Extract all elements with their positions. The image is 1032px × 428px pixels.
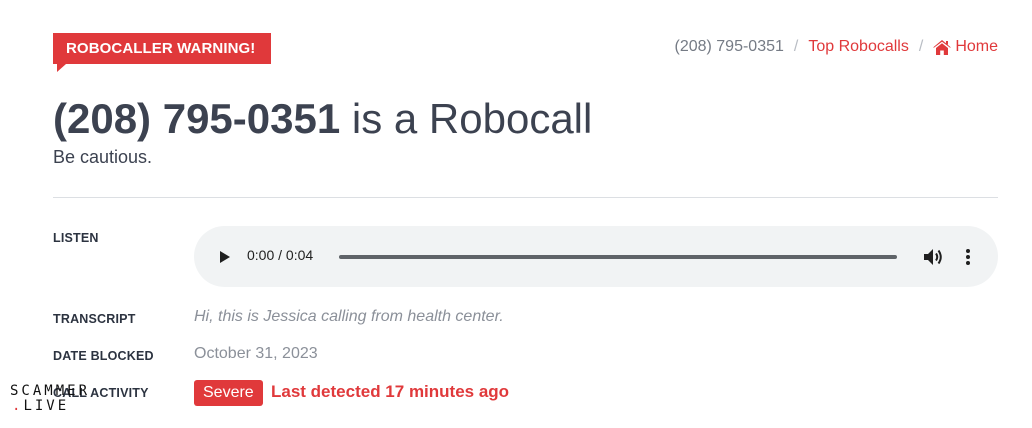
- warning-banner-label: ROBOCALLER WARNING!: [66, 40, 256, 57]
- listen-label: LISTEN: [53, 231, 99, 245]
- severity-badge: Severe: [194, 380, 263, 406]
- play-icon[interactable]: [216, 248, 232, 266]
- breadcrumb-home-label: Home: [955, 38, 998, 55]
- breadcrumb-top-robocalls-link[interactable]: Top Robocalls: [808, 38, 909, 56]
- page-subtitle: Be cautious.: [53, 147, 153, 167]
- date-blocked-label: DATE BLOCKED: [53, 349, 154, 363]
- volume-icon[interactable]: [922, 247, 944, 267]
- section-divider: [53, 197, 998, 198]
- transcript-text: Hi, this is Jessica calling from health …: [194, 308, 504, 325]
- date-blocked-value: October 31, 2023: [194, 345, 318, 362]
- watermark-logo: SCAMMER .LIVE: [10, 384, 90, 414]
- page-title: (208) 795-0351 is a Robocall: [53, 94, 592, 144]
- watermark-line1: SCAMMER: [10, 383, 91, 399]
- breadcrumb-separator: /: [918, 38, 924, 55]
- breadcrumb-home-link[interactable]: Home: [933, 38, 998, 56]
- audio-player: 0:00 / 0:04: [194, 226, 998, 287]
- transcript-label: TRANSCRIPT: [53, 312, 136, 326]
- warning-banner-tail: [57, 64, 66, 72]
- breadcrumb: (208) 795-0351 / Top Robocalls / Home: [674, 38, 998, 56]
- more-options-icon[interactable]: [965, 247, 971, 267]
- audio-time: 0:00 / 0:04: [247, 247, 314, 263]
- home-icon: [933, 39, 952, 55]
- title-suffix: is a Robocall: [340, 95, 593, 142]
- watermark-line2: .LIVE: [12, 398, 70, 414]
- audio-progress-track[interactable]: [339, 255, 897, 259]
- phone-number: (208) 795-0351: [53, 95, 341, 142]
- breadcrumb-current: (208) 795-0351: [674, 38, 784, 55]
- warning-banner: ROBOCALLER WARNING!: [53, 33, 271, 64]
- last-detected-text: Last detected 17 minutes ago: [271, 382, 510, 401]
- breadcrumb-separator: /: [793, 38, 799, 55]
